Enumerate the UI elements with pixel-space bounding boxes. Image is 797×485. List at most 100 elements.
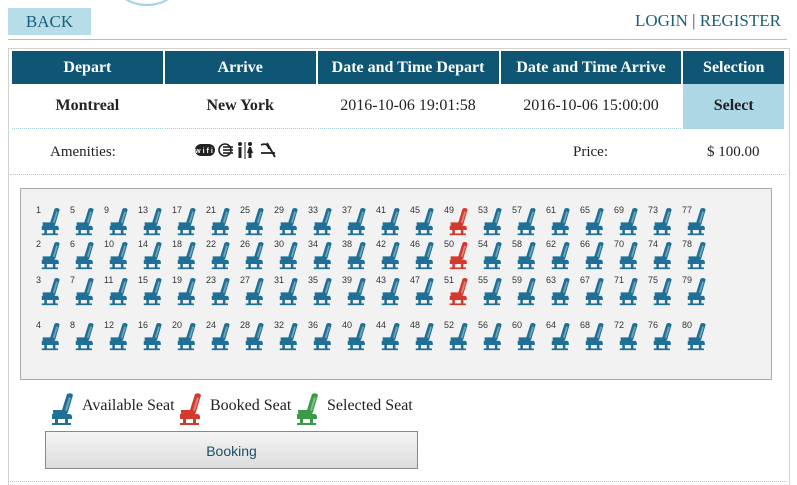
available-seat[interactable]: 23 <box>206 275 240 306</box>
available-seat[interactable]: 17 <box>172 205 206 236</box>
back-button[interactable]: BACK <box>8 8 91 35</box>
available-seat[interactable]: 63 <box>546 275 580 306</box>
available-seat[interactable]: 16 <box>138 320 172 351</box>
arrive-city: New York <box>164 84 316 129</box>
available-seat[interactable]: 39 <box>342 275 376 306</box>
seat-icon <box>313 323 332 351</box>
available-seat[interactable]: 27 <box>240 275 274 306</box>
seat-icon <box>313 278 332 306</box>
available-seat[interactable]: 48 <box>410 320 444 351</box>
available-seat[interactable]: 71 <box>614 275 648 306</box>
available-seat[interactable]: 79 <box>682 275 716 306</box>
available-seat[interactable]: 45 <box>410 205 444 236</box>
available-seat[interactable]: 11 <box>104 275 138 306</box>
seat-icon <box>517 242 536 270</box>
available-seat[interactable]: 55 <box>478 275 512 306</box>
booking-button[interactable]: Booking <box>45 431 418 469</box>
available-seat[interactable]: 64 <box>546 320 580 351</box>
available-seat[interactable]: 58 <box>512 239 546 270</box>
available-seat[interactable]: 72 <box>614 320 648 351</box>
available-seat[interactable]: 52 <box>444 320 478 351</box>
available-seat[interactable]: 3 <box>36 275 70 306</box>
available-seat[interactable]: 15 <box>138 275 172 306</box>
header-divider <box>8 39 787 40</box>
available-seat[interactable]: 60 <box>512 320 546 351</box>
available-seat[interactable]: 75 <box>648 275 682 306</box>
available-seat[interactable]: 77 <box>682 205 716 236</box>
available-seat[interactable]: 19 <box>172 275 206 306</box>
available-seat[interactable]: 69 <box>614 205 648 236</box>
available-seat[interactable]: 34 <box>308 239 342 270</box>
available-seat[interactable]: 70 <box>614 239 648 270</box>
available-seat[interactable]: 47 <box>410 275 444 306</box>
available-seat[interactable]: 43 <box>376 275 410 306</box>
available-seat[interactable]: 78 <box>682 239 716 270</box>
seat-icon <box>75 278 94 306</box>
seat-icon <box>585 278 604 306</box>
booked-seat: 50 <box>444 239 478 270</box>
available-seat[interactable]: 54 <box>478 239 512 270</box>
available-seat[interactable]: 80 <box>682 320 716 351</box>
available-seat[interactable]: 4 <box>36 320 70 351</box>
available-seat[interactable]: 33 <box>308 205 342 236</box>
available-seat[interactable]: 73 <box>648 205 682 236</box>
seat-icon <box>483 323 502 351</box>
available-seat[interactable]: 40 <box>342 320 376 351</box>
available-seat[interactable]: 68 <box>580 320 614 351</box>
available-seat[interactable]: 18 <box>172 239 206 270</box>
available-seat[interactable]: 32 <box>274 320 308 351</box>
seat-icon <box>381 278 400 306</box>
seat-icon <box>381 242 400 270</box>
seat-icon <box>687 242 706 270</box>
available-seat[interactable]: 36 <box>308 320 342 351</box>
available-seat[interactable]: 9 <box>104 205 138 236</box>
seat-icon <box>279 242 298 270</box>
available-seat[interactable]: 67 <box>580 275 614 306</box>
seat-icon <box>619 208 638 236</box>
available-seat[interactable]: 6 <box>70 239 104 270</box>
available-seat[interactable]: 42 <box>376 239 410 270</box>
booked-seat: 51 <box>444 275 478 306</box>
available-seat[interactable]: 56 <box>478 320 512 351</box>
available-seat[interactable]: 30 <box>274 239 308 270</box>
available-seat[interactable]: 65 <box>580 205 614 236</box>
available-seat[interactable]: 7 <box>70 275 104 306</box>
available-seat[interactable]: 22 <box>206 239 240 270</box>
available-seat[interactable]: 5 <box>70 205 104 236</box>
available-seat[interactable]: 74 <box>648 239 682 270</box>
available-seat[interactable]: 31 <box>274 275 308 306</box>
available-seat[interactable]: 35 <box>308 275 342 306</box>
available-seat[interactable]: 2 <box>36 239 70 270</box>
available-seat[interactable]: 61 <box>546 205 580 236</box>
available-seat[interactable]: 1 <box>36 205 70 236</box>
available-seat[interactable]: 10 <box>104 239 138 270</box>
available-seat[interactable]: 28 <box>240 320 274 351</box>
available-seat[interactable]: 24 <box>206 320 240 351</box>
available-seat[interactable]: 25 <box>240 205 274 236</box>
available-seat[interactable]: 41 <box>376 205 410 236</box>
available-seat[interactable]: 29 <box>274 205 308 236</box>
available-seat[interactable]: 8 <box>70 320 104 351</box>
available-seat[interactable]: 44 <box>376 320 410 351</box>
available-seat[interactable]: 12 <box>104 320 138 351</box>
available-seat[interactable]: 14 <box>138 239 172 270</box>
register-link[interactable]: REGISTER <box>700 11 781 30</box>
available-seat[interactable]: 38 <box>342 239 376 270</box>
available-seat[interactable]: 59 <box>512 275 546 306</box>
seat-icon <box>449 323 468 351</box>
available-seat[interactable]: 66 <box>580 239 614 270</box>
available-seat[interactable]: 46 <box>410 239 444 270</box>
available-seat[interactable]: 53 <box>478 205 512 236</box>
available-seat[interactable]: 76 <box>648 320 682 351</box>
seat-icon <box>653 208 672 236</box>
select-button[interactable]: Select <box>683 84 784 129</box>
available-seat[interactable]: 57 <box>512 205 546 236</box>
available-seat[interactable]: 21 <box>206 205 240 236</box>
seat-icon <box>143 242 162 270</box>
available-seat[interactable]: 37 <box>342 205 376 236</box>
login-link[interactable]: LOGIN <box>635 11 688 30</box>
available-seat[interactable]: 26 <box>240 239 274 270</box>
available-seat[interactable]: 62 <box>546 239 580 270</box>
available-seat[interactable]: 13 <box>138 205 172 236</box>
available-seat[interactable]: 20 <box>172 320 206 351</box>
